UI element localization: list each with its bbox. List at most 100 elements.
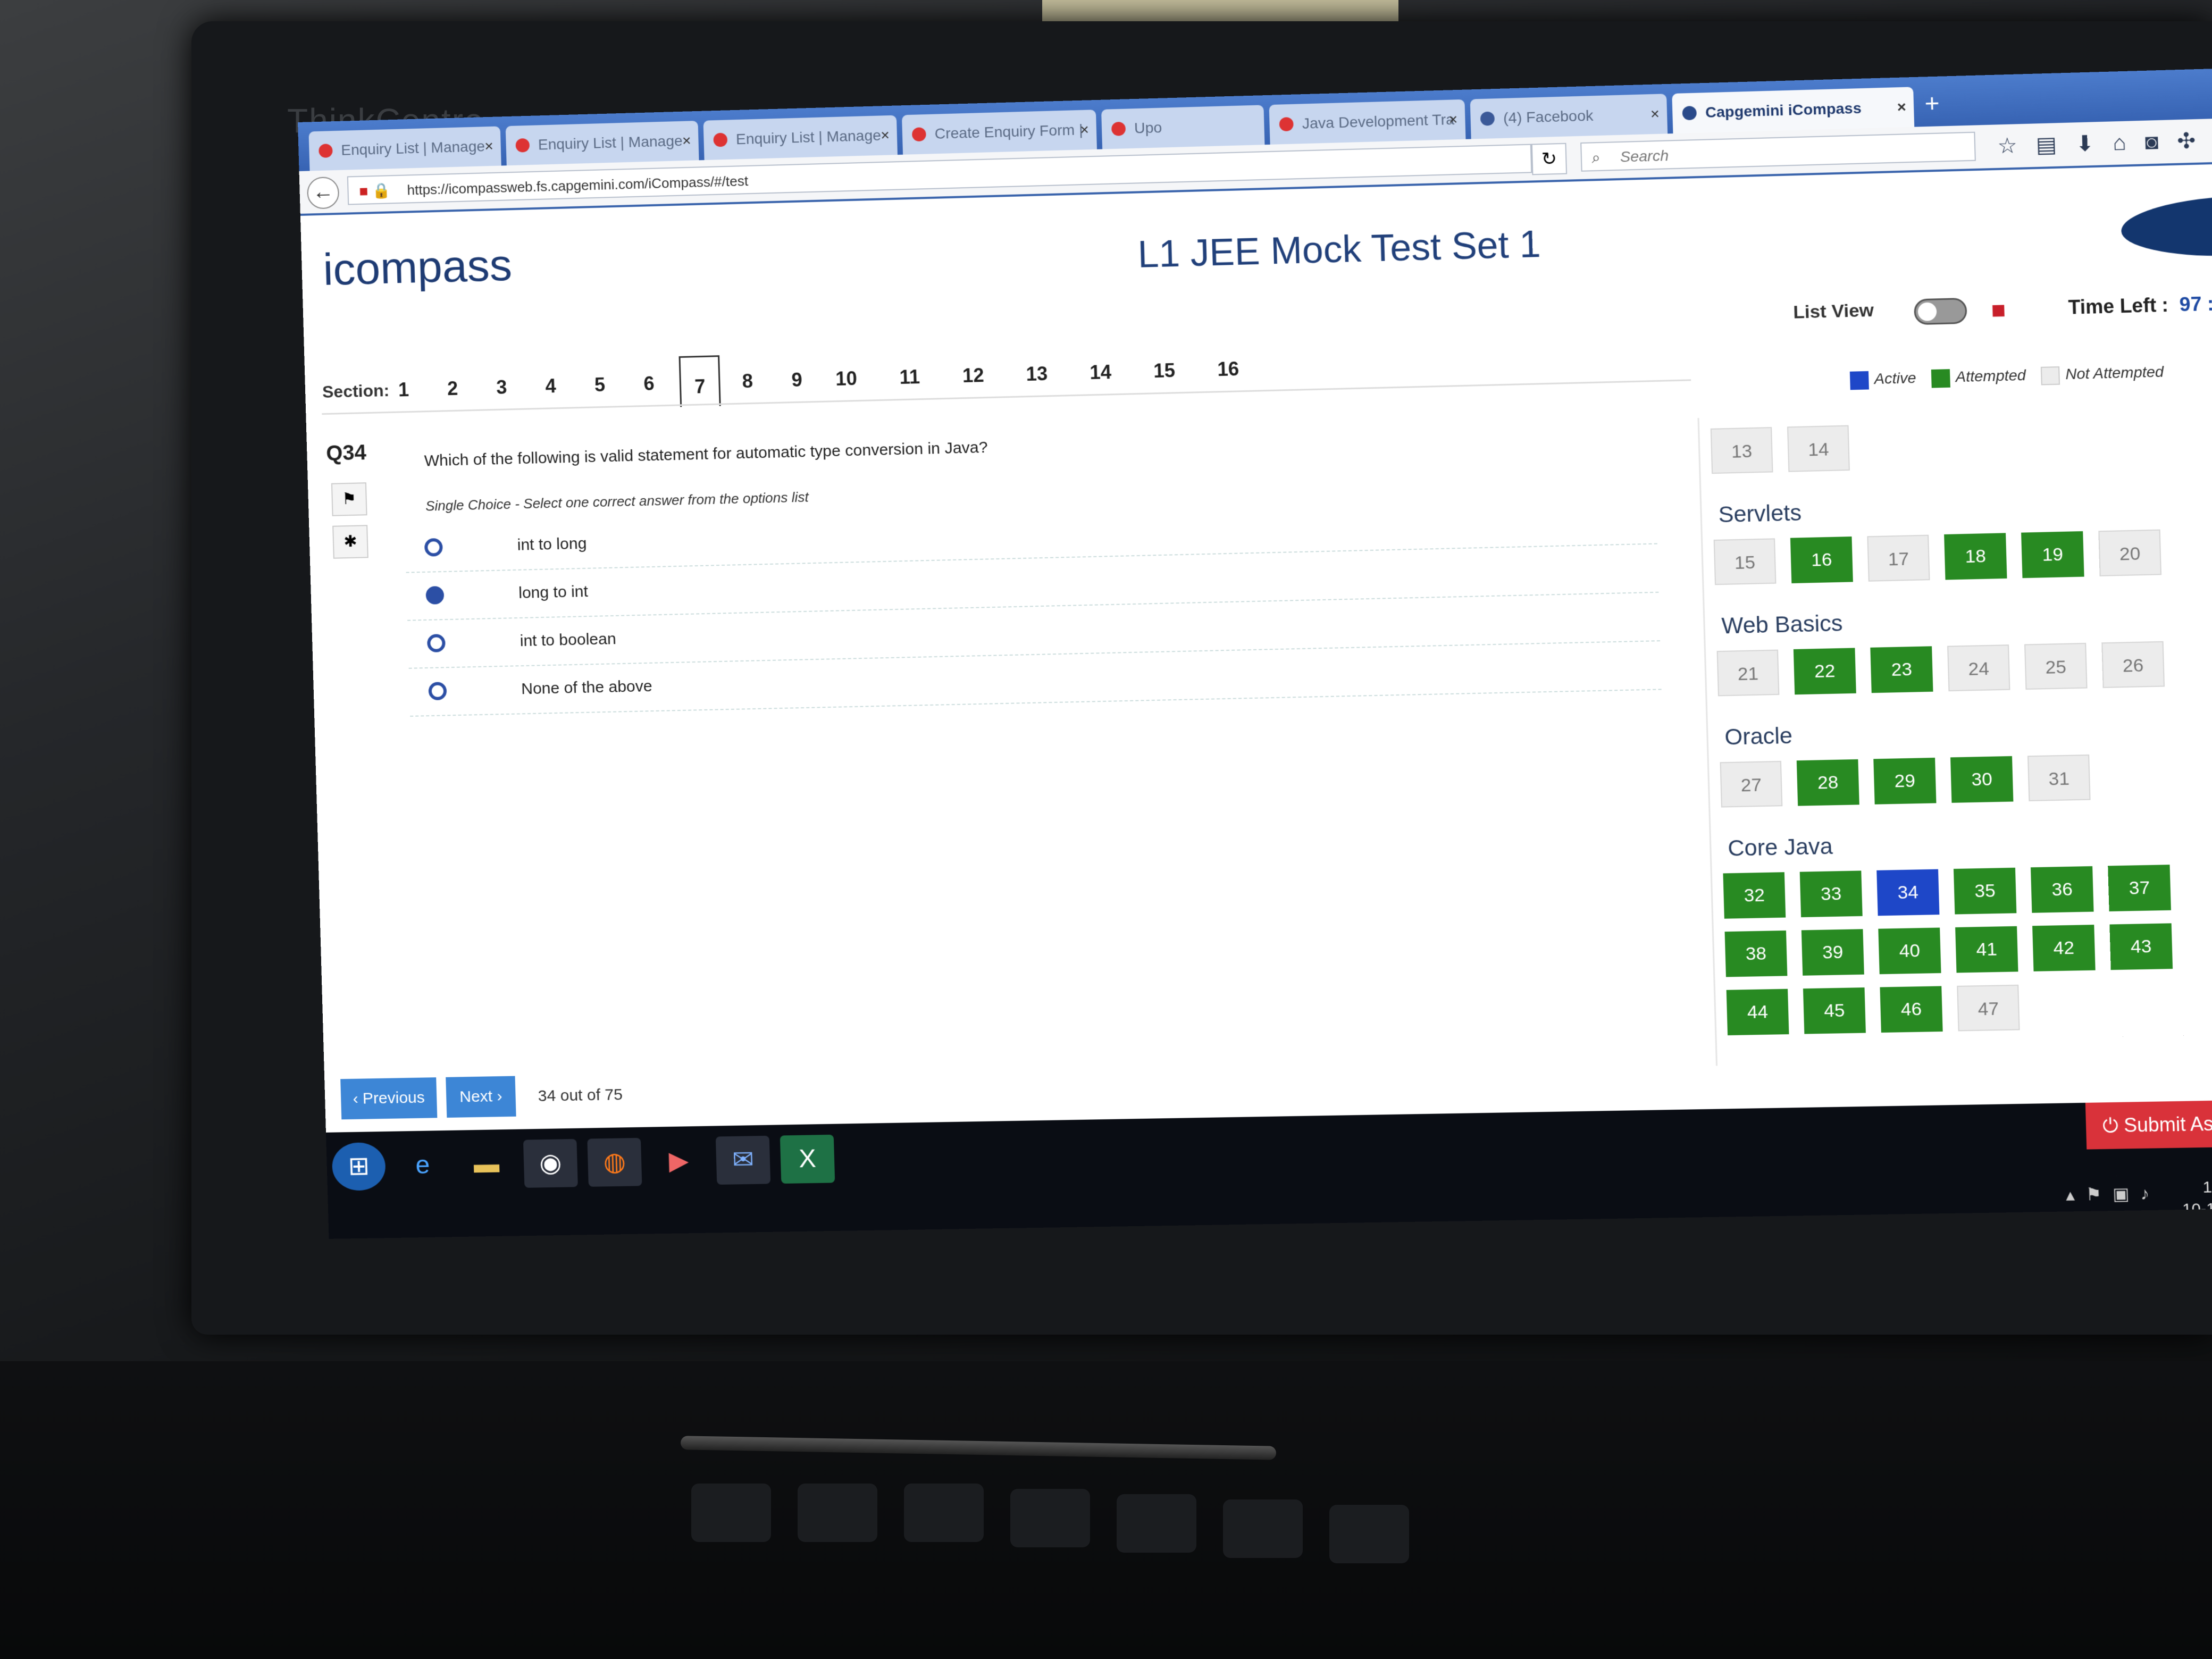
radio-button[interactable] — [424, 538, 443, 557]
volume-icon[interactable]: ♪ — [2140, 1184, 2160, 1203]
question-palette-button[interactable]: 32 — [1723, 872, 1786, 919]
question-palette-button[interactable]: 40 — [1878, 927, 1941, 975]
flag-icon[interactable]: ⚑ — [2085, 1184, 2113, 1204]
question-palette-button[interactable]: 22 — [1793, 648, 1856, 695]
new-tab-icon[interactable]: + — [1924, 88, 1940, 118]
question-palette-button[interactable]: 15 — [1713, 538, 1777, 585]
question-palette-button[interactable]: 37 — [2108, 865, 2171, 912]
question-palette-button[interactable]: 35 — [1953, 867, 2017, 915]
question-palette-button[interactable]: 17 — [1867, 534, 1930, 582]
section-tab[interactable]: 6 — [630, 367, 668, 400]
lock-icon: ■ 🔒 — [359, 182, 391, 199]
browser-tab[interactable]: Upo — [1101, 105, 1265, 149]
close-icon[interactable]: × — [1650, 94, 1660, 135]
section-tab[interactable]: 15 — [1145, 354, 1184, 387]
section-tab[interactable]: 10 — [827, 362, 865, 395]
browser-tab[interactable]: (4) Facebook × — [1470, 94, 1668, 139]
question-palette-button[interactable]: 33 — [1799, 870, 1863, 918]
bookmark-star-icon[interactable]: ☆ — [1997, 133, 2037, 158]
question-palette-button[interactable]: 46 — [1880, 986, 1943, 1033]
question-palette-button[interactable]: 23 — [1870, 646, 1933, 693]
browser-tab[interactable]: Enquiry List | Manage × — [505, 121, 699, 166]
question-palette-button[interactable]: 21 — [1716, 649, 1780, 697]
back-icon[interactable]: ← — [306, 176, 340, 210]
question-palette-button[interactable]: 28 — [1796, 759, 1859, 806]
file-explorer-icon[interactable]: ▬ — [459, 1140, 514, 1189]
flag-icon[interactable]: ⚑ — [331, 482, 367, 516]
section-tab[interactable]: 16 — [1209, 353, 1247, 386]
section-tab[interactable]: 2 — [433, 372, 472, 405]
browser-tab[interactable]: Enquiry List | Manage × — [308, 126, 501, 171]
question-palette-button[interactable]: 20 — [2098, 529, 2162, 576]
reload-icon[interactable]: ↻ — [1531, 143, 1568, 175]
question-palette-button[interactable]: 24 — [1947, 644, 2010, 692]
question-palette-button[interactable]: 16 — [1790, 536, 1853, 584]
close-icon[interactable]: × — [1079, 110, 1090, 150]
excel-icon[interactable]: X — [780, 1134, 835, 1184]
firefox-icon[interactable]: ◍ — [587, 1137, 642, 1187]
previous-button[interactable]: ‹ Previous — [340, 1077, 438, 1120]
question-palette-button[interactable]: 29 — [1873, 757, 1937, 805]
browser-tab[interactable]: Java Development Tra × — [1269, 99, 1466, 145]
radio-button[interactable] — [428, 682, 447, 701]
question-palette-button[interactable]: 27 — [1720, 760, 1783, 808]
submit-assessment-button[interactable]: ⏻ Submit Assessment — [2085, 1099, 2212, 1150]
browser-tab-active[interactable]: Capgemini iCompass × — [1672, 87, 1915, 134]
question-palette-button[interactable]: 39 — [1801, 929, 1864, 976]
section-tab[interactable]: 4 — [532, 370, 570, 403]
question-palette-button[interactable]: 42 — [2032, 925, 2096, 971]
internet-explorer-icon[interactable]: e — [396, 1141, 450, 1190]
reader-icon[interactable]: ▤ — [2035, 132, 2076, 157]
close-icon[interactable]: × — [1448, 99, 1458, 139]
question-palette-button[interactable]: 47 — [1957, 984, 2020, 1032]
question-palette-button[interactable]: 25 — [2024, 642, 2088, 690]
question-palette-button[interactable]: 43 — [2109, 923, 2173, 970]
question-palette-button[interactable]: 26 — [2101, 641, 2165, 688]
section-tab[interactable]: 7 — [678, 355, 721, 407]
start-icon[interactable]: ⊞ — [331, 1142, 387, 1191]
browser-tab[interactable]: Create Enquiry Form | × — [901, 110, 1097, 155]
list-view-toggle[interactable] — [1914, 297, 1967, 325]
section-tab[interactable]: 1 — [384, 373, 423, 406]
question-palette-button[interactable]: 36 — [2030, 866, 2094, 913]
pocket-icon[interactable]: ◙ — [2144, 129, 2177, 154]
question-palette-button[interactable]: 30 — [1950, 756, 2014, 803]
question-palette-button[interactable]: 14 — [1787, 425, 1850, 472]
download-icon[interactable]: ⬇ — [2075, 131, 2113, 156]
section-tab[interactable]: 11 — [891, 361, 929, 393]
chrome-icon[interactable]: ◉ — [523, 1138, 578, 1188]
browser-tab[interactable]: Enquiry List | Manage × — [703, 115, 898, 161]
section-tab[interactable]: 12 — [954, 359, 993, 392]
search-input[interactable]: ⌕ Search — [1580, 131, 1976, 172]
home-icon[interactable]: ⌂ — [2113, 130, 2146, 155]
question-palette-button[interactable]: 31 — [2027, 754, 2091, 801]
radio-button[interactable] — [426, 634, 446, 652]
close-icon[interactable]: × — [682, 121, 692, 161]
outlook-icon[interactable]: ✉ — [715, 1135, 771, 1185]
question-palette-button[interactable]: 45 — [1803, 987, 1866, 1034]
question-palette-button[interactable]: 13 — [1710, 427, 1773, 474]
question-palette-button[interactable]: 44 — [1726, 988, 1789, 1036]
section-tab[interactable]: 3 — [482, 371, 521, 404]
close-icon[interactable]: × — [880, 115, 890, 155]
question-palette-button[interactable]: 34 — [1876, 869, 1940, 916]
media-player-icon[interactable]: ▶ — [651, 1137, 706, 1186]
option-label: long to int — [518, 582, 589, 602]
bug-report-icon[interactable]: ✱ — [332, 525, 368, 559]
section-tab[interactable]: 14 — [1081, 356, 1120, 389]
question-palette-button[interactable]: 41 — [1955, 926, 2018, 973]
section-tab[interactable]: 5 — [581, 368, 619, 401]
extension-icon[interactable]: ✣ — [2177, 129, 2212, 154]
question-palette-button[interactable]: 18 — [1944, 533, 2007, 580]
network-icon[interactable]: ▣ — [2113, 1184, 2141, 1204]
section-tab[interactable]: 8 — [728, 365, 767, 398]
close-icon[interactable]: × — [1897, 87, 1907, 128]
close-icon[interactable]: × — [484, 127, 493, 166]
question-palette-button[interactable]: 19 — [2021, 531, 2084, 579]
next-button[interactable]: Next › — [446, 1076, 516, 1118]
radio-button-selected[interactable] — [425, 586, 445, 605]
section-tab[interactable]: 13 — [1018, 357, 1057, 390]
question-palette-button[interactable]: 38 — [1724, 930, 1788, 977]
tray-arrow-icon[interactable]: ▴ — [2066, 1185, 2086, 1204]
section-tab[interactable]: 9 — [777, 364, 816, 397]
